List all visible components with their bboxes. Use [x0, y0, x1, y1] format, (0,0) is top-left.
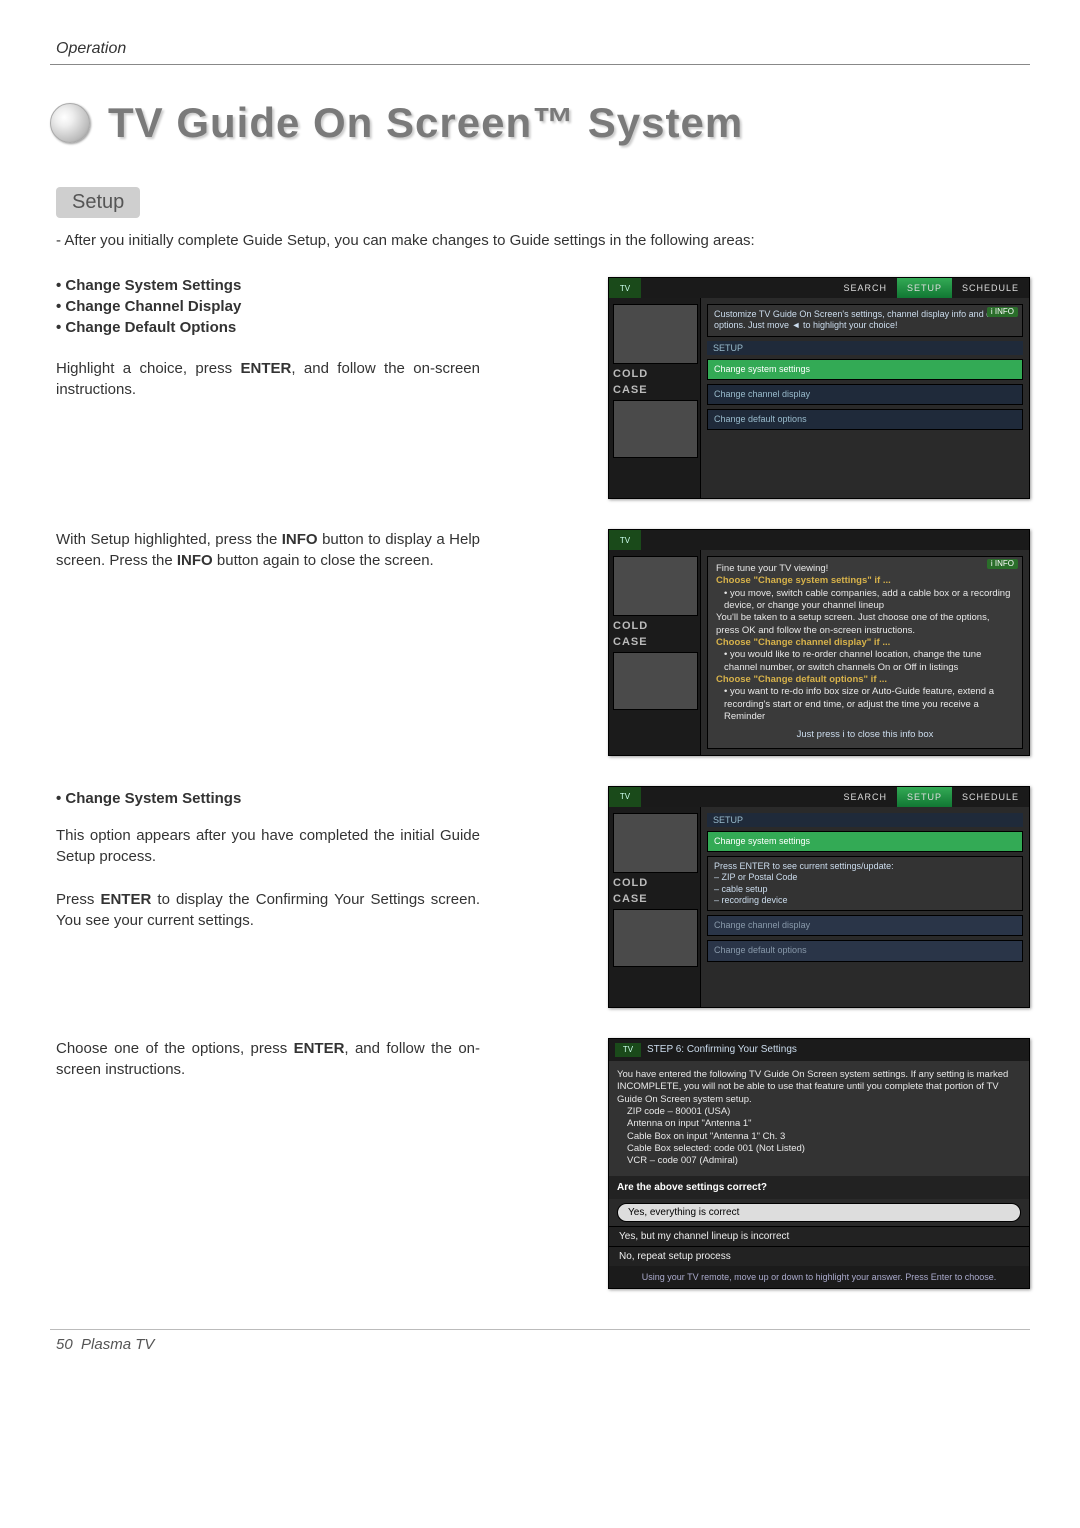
- tab-schedule[interactable]: SCHEDULE: [952, 787, 1029, 807]
- settings-update-hint: Press ENTER to see current settings/upda…: [707, 856, 1023, 911]
- dialog-question: Are the above settings correct?: [609, 1176, 1029, 1199]
- footer-rule: [50, 1329, 1030, 1336]
- setting-antenna: Antenna on input "Antenna 1": [627, 1118, 1021, 1130]
- option-yes-correct[interactable]: Yes, everything is correct: [617, 1203, 1021, 1222]
- row-confirm-dialog: Choose one of the options, press ENTER, …: [50, 1038, 1030, 1290]
- tab-search[interactable]: SEARCH: [833, 278, 897, 298]
- bullet-channel-display: • Change Channel Display: [56, 298, 480, 315]
- show-title-line2: CASE: [613, 893, 696, 905]
- show-title-line2: CASE: [613, 636, 696, 648]
- para-choose-option: Choose one of the options, press ENTER, …: [56, 1038, 480, 1080]
- ad-thumbnail: [613, 400, 698, 458]
- tvguide-logo: TV: [615, 1043, 641, 1057]
- video-thumbnail: [613, 556, 698, 616]
- tab-setup[interactable]: SETUP: [897, 787, 952, 807]
- dialog-footer-hint: Using your TV remote, move up or down to…: [609, 1266, 1029, 1289]
- show-title-line1: COLD: [613, 368, 696, 380]
- show-title-line2: CASE: [613, 384, 696, 396]
- tvguide-logo: TV: [609, 278, 641, 298]
- manual-page: Operation TV Guide On Screen™ System Set…: [0, 0, 1080, 1528]
- instruction-info-help: With Setup highlighted, press the INFO b…: [56, 529, 480, 571]
- subhead-change-system-settings: • Change System Settings: [56, 790, 480, 807]
- row-change-system-settings: • Change System Settings This option app…: [50, 786, 1030, 1008]
- tab-schedule[interactable]: SCHEDULE: [952, 278, 1029, 298]
- setup-section-label: SETUP: [707, 813, 1023, 827]
- title-bullet-icon: [50, 103, 90, 143]
- para-option-appears: This option appears after you have compl…: [56, 825, 480, 867]
- setting-vcr: VCR – code 007 (Admiral): [627, 1155, 1021, 1167]
- tab-setup[interactable]: SETUP: [897, 278, 952, 298]
- menu-change-system-settings[interactable]: Change system settings: [707, 831, 1023, 852]
- show-title-line1: COLD: [613, 877, 696, 889]
- para-press-enter-confirm: Press ENTER to display the Confirming Yo…: [56, 889, 480, 931]
- screenshot-setup-menu: TV SEARCH SETUP SCHEDULE COLD CASE: [608, 277, 1030, 499]
- setup-intro: - After you initially complete Guide Set…: [56, 232, 1030, 249]
- screenshot-help-panel: TV COLD CASE i INFO Fine tune your TV vi…: [608, 529, 1030, 756]
- row-change-settings: • Change System Settings • Change Channe…: [50, 277, 1030, 499]
- menu-change-channel-display[interactable]: Change channel display: [707, 384, 1023, 405]
- setting-cablebox-code: Cable Box selected: code 001 (Not Listed…: [627, 1143, 1021, 1155]
- menu-change-system-settings[interactable]: Change system settings: [707, 359, 1023, 380]
- tvguide-logo: TV: [609, 530, 641, 550]
- help-info-box: i INFO Fine tune your TV viewing! Choose…: [707, 556, 1023, 749]
- option-no-repeat[interactable]: No, repeat setup process: [609, 1246, 1029, 1266]
- tvguide-logo: TV: [609, 787, 641, 807]
- setting-zip: ZIP code – 80001 (USA): [627, 1106, 1021, 1118]
- settings-bullet-list: • Change System Settings • Change Channe…: [56, 277, 480, 336]
- setup-heading: Setup: [56, 187, 140, 218]
- header-rule: [50, 64, 1030, 65]
- tab-search[interactable]: SEARCH: [833, 787, 897, 807]
- page-footer: 50 Plasma TV: [56, 1336, 1030, 1353]
- bullet-system-settings: • Change System Settings: [56, 277, 480, 294]
- info-badge-icon: i INFO: [987, 307, 1018, 317]
- instruction-highlight-enter: Highlight a choice, press ENTER, and fol…: [56, 358, 480, 400]
- section-header: Operation: [56, 40, 1030, 58]
- row-info-help: With Setup highlighted, press the INFO b…: [50, 529, 1030, 756]
- ad-thumbnail: [613, 909, 698, 967]
- bullet-default-options: • Change Default Options: [56, 319, 480, 336]
- setup-section-label: SETUP: [707, 341, 1023, 355]
- screenshot-confirming-settings: TV STEP 6: Confirming Your Settings You …: [608, 1038, 1030, 1290]
- screenshot-system-settings: TV SEARCH SETUP SCHEDULE COLD CASE SETUP: [608, 786, 1030, 1008]
- video-thumbnail: [613, 304, 698, 364]
- title-row: TV Guide On Screen™ System: [50, 99, 1030, 147]
- menu-change-default-options[interactable]: Change default options: [707, 409, 1023, 430]
- page-title: TV Guide On Screen™ System: [108, 99, 743, 147]
- setting-cablebox-input: Cable Box on input "Antenna 1" Ch. 3: [627, 1131, 1021, 1143]
- info-badge-icon: i INFO: [987, 559, 1018, 569]
- menu-change-default-options[interactable]: Change default options: [707, 940, 1023, 961]
- dialog-body: You have entered the following TV Guide …: [609, 1061, 1029, 1176]
- setup-hint-box: i INFO Customize TV Guide On Screen's se…: [707, 304, 1023, 337]
- dialog-title: STEP 6: Confirming Your Settings: [647, 1044, 797, 1055]
- show-title-line1: COLD: [613, 620, 696, 632]
- menu-change-channel-display[interactable]: Change channel display: [707, 915, 1023, 936]
- option-yes-lineup-wrong[interactable]: Yes, but my channel lineup is incorrect: [609, 1226, 1029, 1246]
- ad-thumbnail: [613, 652, 698, 710]
- video-thumbnail: [613, 813, 698, 873]
